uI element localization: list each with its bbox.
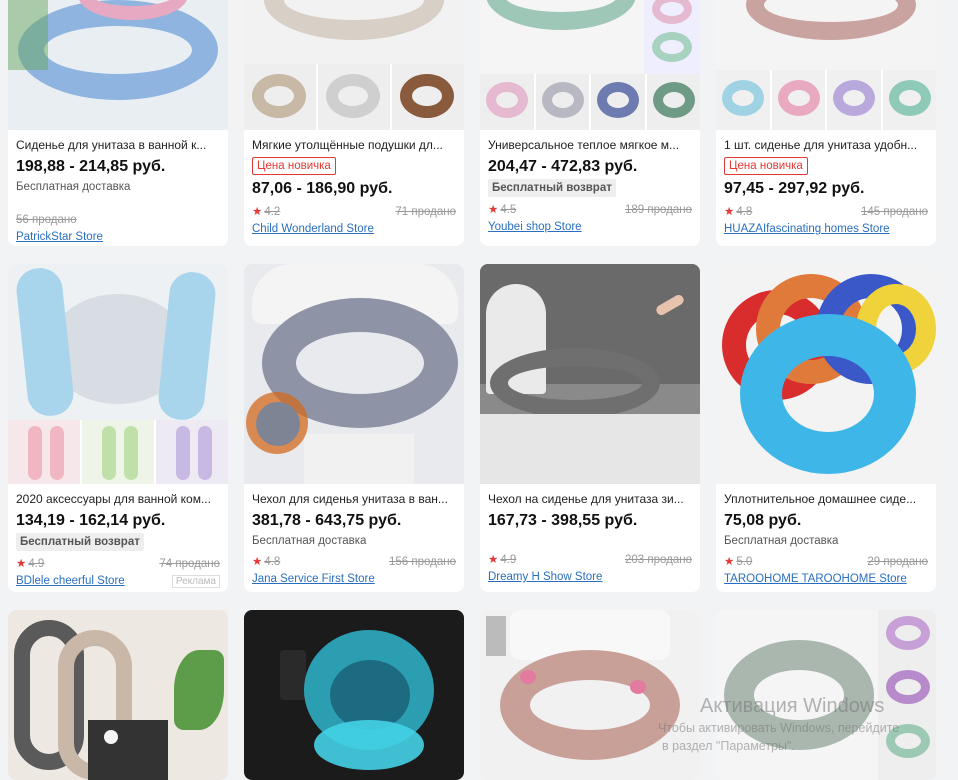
product-card[interactable]: Мягкие утолщённые подушки дл... Цена нов… [244,0,464,246]
rating-value: 5.0 [736,556,753,568]
free-return-badge: Бесплатный возврат [16,533,144,551]
rating: ★ 4.8 [724,205,752,219]
rating: ★ 5.0 [724,555,752,569]
product-title[interactable]: Универсальное теплое мягкое м... [488,137,692,153]
product-card[interactable]: 2020 аксессуары для ванной ком... 134,19… [8,264,228,592]
sold-count: 56 продано [16,214,77,226]
product-title[interactable]: 1 шт. сиденье для унитаза удобн... [724,137,928,153]
product-title[interactable]: Сиденье для унитаза в ванной к... [16,137,220,153]
store-link[interactable]: PatrickStar Store [16,229,220,245]
rating: ★ 4.8 [252,555,280,569]
sold-count: 156 продано [388,556,456,568]
product-price: 75,08 руб. [724,512,802,529]
product-price: 134,19 - 162,14 руб. [16,512,166,529]
product-price: 167,73 - 398,55 руб. [488,512,638,529]
sold-count: 71 продано [395,206,456,218]
star-icon: ★ [488,554,499,566]
rating-value: 4.8 [264,556,281,568]
star-icon: ★ [252,206,263,218]
shipping-info: Бесплатная доставка [16,181,131,193]
star-icon: ★ [724,556,735,568]
product-grid: Сиденье для унитаза в ванной к... 198,88… [8,0,936,780]
store-link[interactable]: BDlele cheerful Store [16,573,125,589]
product-card[interactable] [480,610,700,780]
product-card[interactable]: Сиденье для унитаза в ванной к... 198,88… [8,0,228,246]
star-icon: ★ [252,556,263,568]
product-image[interactable] [716,264,936,484]
rating-value: 4.9 [500,554,517,566]
sold-count: 29 продано [867,556,928,568]
product-image[interactable] [8,0,228,130]
star-icon: ★ [724,206,735,218]
product-card[interactable]: 1 шт. сиденье для унитаза удобн... Цена … [716,0,936,246]
product-image[interactable] [716,0,936,130]
product-title[interactable]: 2020 аксессуары для ванной ком... [16,491,220,507]
rating-value: 4.9 [28,558,45,570]
product-image[interactable] [8,264,228,484]
star-icon: ★ [16,558,27,570]
product-title[interactable]: Уплотнительное домашнее сиде... [724,491,928,507]
rating: ★ 4.2 [252,205,280,219]
product-price: 198,88 - 214,85 руб. [16,158,166,175]
product-image[interactable] [480,264,700,484]
product-title[interactable]: Чехол на сиденье для унитаза зи... [488,491,692,507]
product-price: 204,47 - 472,83 руб. [488,158,638,175]
product-card[interactable]: Чехол на сиденье для унитаза зи... 167,7… [480,264,700,592]
store-link[interactable]: Jana Service First Store [252,571,456,587]
rating: ★ 4.9 [16,557,44,571]
product-price: 87,06 - 186,90 руб. [252,180,393,197]
sold-count: 189 продано [624,204,692,216]
sold-count: 74 продано [159,558,220,570]
sold-count: 145 продано [860,206,928,218]
newbie-price-badge: Цена новичка [252,157,336,175]
product-price: 381,78 - 643,75 руб. [252,512,402,529]
ad-tag: Реклама [171,574,220,588]
product-title[interactable]: Чехол для сиденья унитаза в ван... [252,491,456,507]
product-image[interactable] [8,610,228,780]
product-card[interactable]: Уплотнительное домашнее сиде... 75,08 ру… [716,264,936,592]
sold-count: 203 продано [624,554,692,566]
product-image[interactable] [244,264,464,484]
product-card[interactable]: Чехол для сиденья унитаза в ван... 381,7… [244,264,464,592]
product-image[interactable] [716,610,936,780]
rating: ★ 4.5 [488,203,516,217]
store-link[interactable]: Child Wonderland Store [252,221,456,237]
rating-value: 4.5 [500,204,517,216]
shipping-info: Бесплатная доставка [252,535,367,547]
rating: ★ 4.9 [488,553,516,567]
rating-value: 4.8 [736,206,753,218]
product-card[interactable] [8,610,228,780]
free-return-badge: Бесплатный возврат [488,179,616,197]
product-image[interactable] [244,0,464,130]
store-link[interactable]: TAROOHOME TAROOHOME Store [724,571,928,587]
product-image[interactable] [480,610,700,780]
rating-value: 4.2 [264,206,281,218]
store-link[interactable]: HUAZAIfascinating homes Store [724,221,928,237]
product-image[interactable] [480,0,700,130]
product-price: 97,45 - 297,92 руб. [724,180,865,197]
newbie-price-badge: Цена новичка [724,157,808,175]
product-title[interactable]: Мягкие утолщённые подушки дл... [252,137,456,153]
product-image[interactable] [244,610,464,780]
product-card[interactable] [716,610,936,780]
store-link[interactable]: Dreamy H Show Store [488,569,692,585]
product-card[interactable] [244,610,464,780]
product-card[interactable]: Универсальное теплое мягкое м... 204,47 … [480,0,700,246]
star-icon: ★ [488,204,499,216]
shipping-info: Бесплатная доставка [724,535,839,547]
store-link[interactable]: Youbei shop Store [488,219,692,235]
